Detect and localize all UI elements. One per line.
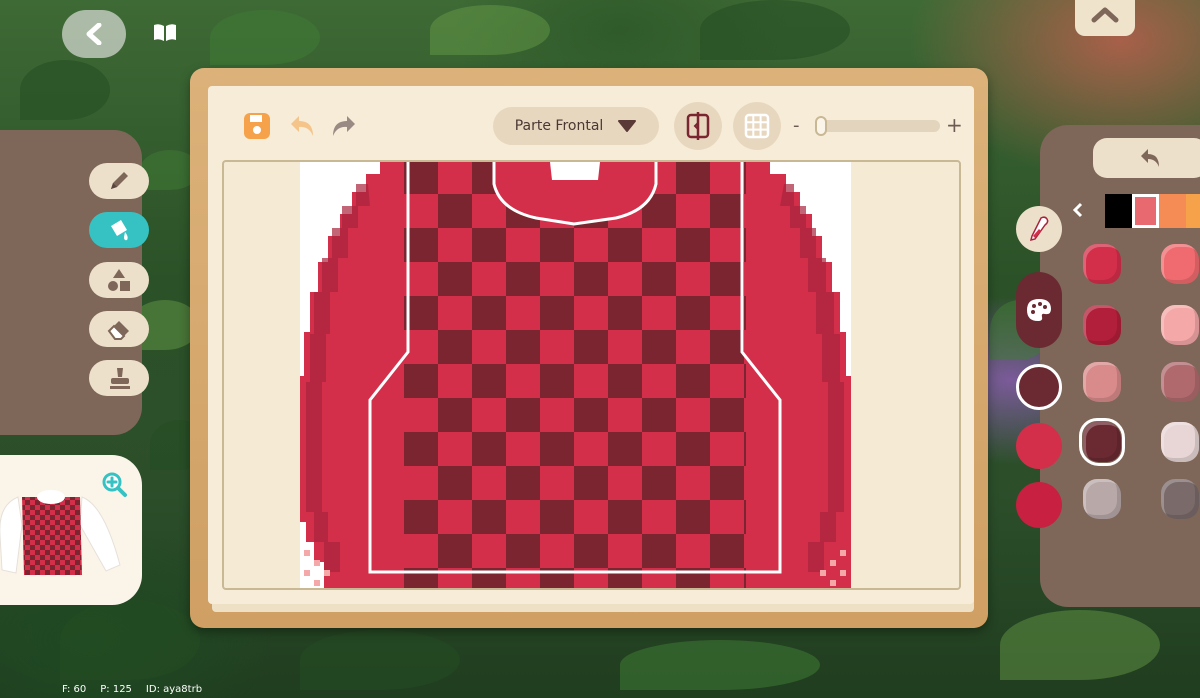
- color-swatch[interactable]: [1161, 422, 1199, 462]
- magnify-plus-icon: [102, 472, 127, 497]
- book-icon: [154, 24, 176, 41]
- shapes-tool-button[interactable]: [89, 262, 149, 298]
- zoom-preview-button[interactable]: [100, 470, 128, 498]
- current-color-indicator[interactable]: [1016, 364, 1062, 410]
- stamp-tool-button[interactable]: [89, 360, 149, 396]
- palette-strip-swatch[interactable]: [1159, 194, 1186, 228]
- session-id: ID: aya8trb: [145, 684, 203, 695]
- color-swatch[interactable]: [1083, 305, 1121, 345]
- palette-strip[interactable]: [1105, 194, 1200, 228]
- book-button[interactable]: [152, 22, 178, 44]
- shapes-icon: [108, 269, 130, 291]
- back-button[interactable]: [62, 10, 126, 58]
- mirror-icon: [686, 112, 710, 140]
- chevron-up-icon: [1091, 7, 1119, 23]
- drawing-canvas[interactable]: [300, 162, 851, 588]
- section-select[interactable]: Parte Frontal: [493, 107, 659, 145]
- color-undo-button[interactable]: [1093, 138, 1200, 178]
- color-swatch[interactable]: [1079, 418, 1125, 466]
- palette-button[interactable]: [1016, 272, 1062, 348]
- paint-bucket-icon: [111, 220, 128, 241]
- undo-icon: [291, 116, 313, 136]
- undo-button[interactable]: [286, 109, 320, 143]
- chevron-left-icon: [1072, 202, 1083, 218]
- caret-down-icon: [618, 120, 637, 132]
- color-swatch[interactable]: [1083, 362, 1121, 402]
- zoom-slider-thumb[interactable]: [815, 116, 827, 136]
- return-icon: [1140, 149, 1159, 167]
- grid-icon: [744, 113, 770, 139]
- color-swatch[interactable]: [1161, 305, 1199, 345]
- color-swatch[interactable]: [1161, 479, 1199, 519]
- pixel-design[interactable]: [300, 162, 851, 588]
- mirror-toggle-button[interactable]: [674, 102, 722, 150]
- section-select-label: Parte Frontal: [514, 118, 604, 134]
- grid-toggle-button[interactable]: [733, 102, 781, 150]
- fps-readout: F: 60: [62, 684, 87, 695]
- fill-tool-button[interactable]: [89, 212, 149, 248]
- collar-gap: [550, 162, 600, 180]
- recent-color-swatch[interactable]: [1016, 423, 1062, 469]
- collapse-button[interactable]: [1075, 0, 1135, 36]
- pencil-icon: [111, 172, 128, 189]
- save-button[interactable]: [240, 109, 274, 143]
- redo-button[interactable]: [326, 109, 360, 143]
- eraser-tool-button[interactable]: [89, 311, 149, 347]
- pencil-tool-button[interactable]: [89, 163, 149, 199]
- color-swatch[interactable]: [1083, 244, 1121, 284]
- palette-strip-swatch[interactable]: [1132, 194, 1159, 228]
- zoom-in-button[interactable]: +: [946, 113, 963, 137]
- chevron-left-icon: [86, 23, 102, 45]
- ping-readout: P: 125: [100, 684, 132, 695]
- shirt-body[interactable]: [404, 162, 746, 588]
- color-swatch[interactable]: [1161, 244, 1199, 284]
- zoom-slider[interactable]: [816, 120, 940, 132]
- redo-icon: [333, 116, 355, 136]
- palette-strip-swatch[interactable]: [1105, 194, 1132, 228]
- eraser-icon: [107, 321, 129, 340]
- recent-color-swatch[interactable]: [1016, 482, 1062, 528]
- color-swatch[interactable]: [1083, 479, 1121, 519]
- palette-icon: [1027, 299, 1051, 321]
- debug-overlay: F: 60 P: 125 ID: aya8trb: [62, 684, 202, 695]
- palette-prev-button[interactable]: [1072, 202, 1084, 223]
- eyedropper-button[interactable]: [1016, 206, 1062, 252]
- eyedropper-icon: [1029, 216, 1049, 242]
- zoom-out-button[interactable]: -: [793, 115, 800, 136]
- color-swatch[interactable]: [1161, 362, 1199, 402]
- stamp-icon: [110, 368, 130, 389]
- palette-strip-swatch[interactable]: [1186, 194, 1200, 228]
- save-icon: [244, 113, 270, 139]
